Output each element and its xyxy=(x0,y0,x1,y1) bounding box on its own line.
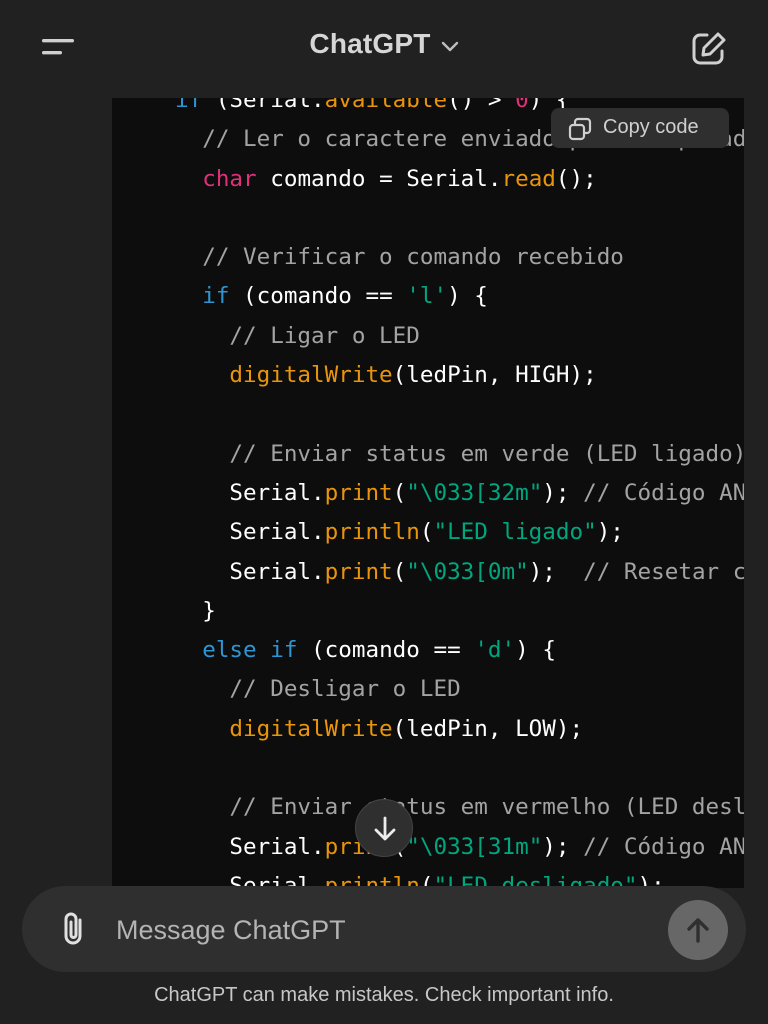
code-line: Serial.println("LED ligado"); xyxy=(175,519,624,546)
top-bar: ChatGPT xyxy=(0,0,768,98)
chevron-down-icon xyxy=(441,41,458,51)
code-line: char comando = Serial.read(); xyxy=(202,165,597,192)
edit-pencil-icon xyxy=(692,32,726,65)
code-line: // Ligar o LED xyxy=(229,322,420,349)
code-line: Serial.print("\033[31m"); // Código ANSI… xyxy=(175,833,744,860)
copy-code-button[interactable]: Copy code xyxy=(551,108,729,148)
model-selector[interactable]: ChatGPT xyxy=(0,28,768,60)
arrow-down-icon xyxy=(374,816,396,841)
message-composer xyxy=(22,886,746,972)
disclaimer-text: ChatGPT can make mistakes. Check importa… xyxy=(154,984,614,1006)
code-line: // Enviar status em vermelho (LED deslig… xyxy=(229,794,744,821)
send-button[interactable] xyxy=(668,900,728,960)
new-chat-button[interactable] xyxy=(690,30,730,70)
code-line: // Enviar status em verde (LED ligado) xyxy=(229,440,744,467)
attach-button[interactable] xyxy=(58,910,92,948)
app-title: ChatGPT xyxy=(309,28,431,59)
code-line: // Verificar o comando recebido xyxy=(202,244,624,271)
code-line: Serial.println("LED desligado"); xyxy=(175,872,665,888)
code-block: if (Serial.available() > 0) { // Ler o c… xyxy=(112,98,744,888)
paperclip-icon xyxy=(64,912,82,945)
arrow-up-icon xyxy=(687,918,709,943)
code-line: } xyxy=(175,597,216,624)
copy-code-label: Copy code xyxy=(603,116,699,138)
code-line: Serial.print("\033[0m"); // Resetar cor xyxy=(175,558,744,585)
code-line: // Desligar o LED xyxy=(229,676,461,703)
scroll-to-bottom-button[interactable] xyxy=(355,799,413,857)
code-line: digitalWrite(ledPin, HIGH); xyxy=(229,362,597,389)
code-line: if (comando == 'l') { xyxy=(202,283,488,310)
code-line: Serial.print("\033[32m"); // Código ANSI… xyxy=(175,479,744,506)
code-line: digitalWrite(ledPin, LOW); xyxy=(229,715,584,742)
code-content: if (Serial.available() > 0) { // Ler o c… xyxy=(112,98,744,888)
copy-icon xyxy=(568,117,592,141)
message-input[interactable] xyxy=(114,908,658,952)
code-line: else if (comando == 'd') { xyxy=(202,637,556,664)
